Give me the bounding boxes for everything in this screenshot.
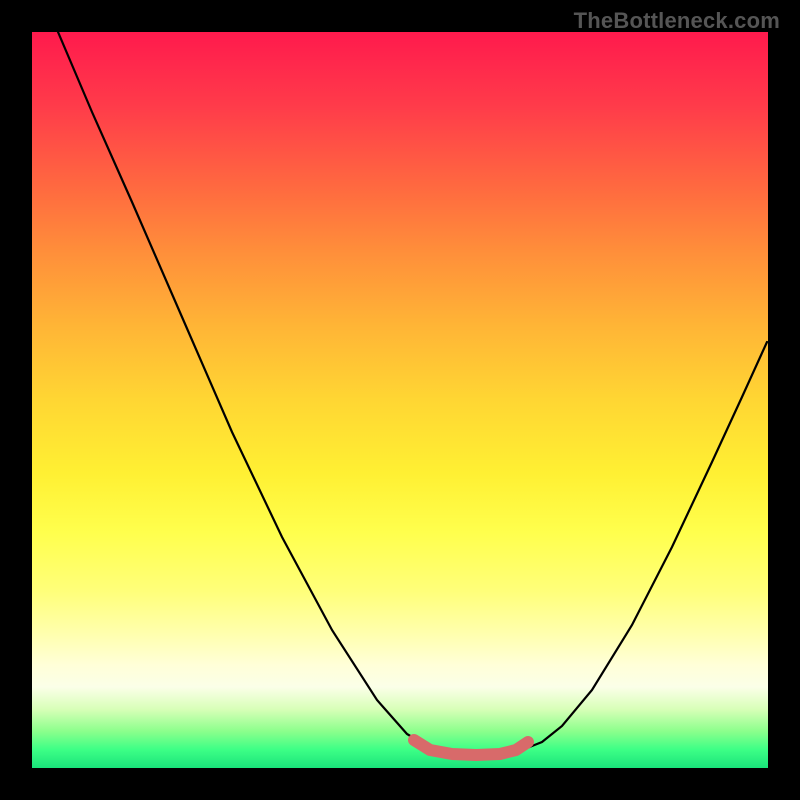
- chart-frame: TheBottleneck.com: [0, 0, 800, 800]
- curve-left: [58, 32, 427, 746]
- watermark-text: TheBottleneck.com: [574, 8, 780, 34]
- flat-segment: [414, 740, 528, 755]
- curve-canvas: [32, 32, 768, 768]
- plot-area: [32, 32, 768, 768]
- curve-right: [516, 342, 767, 750]
